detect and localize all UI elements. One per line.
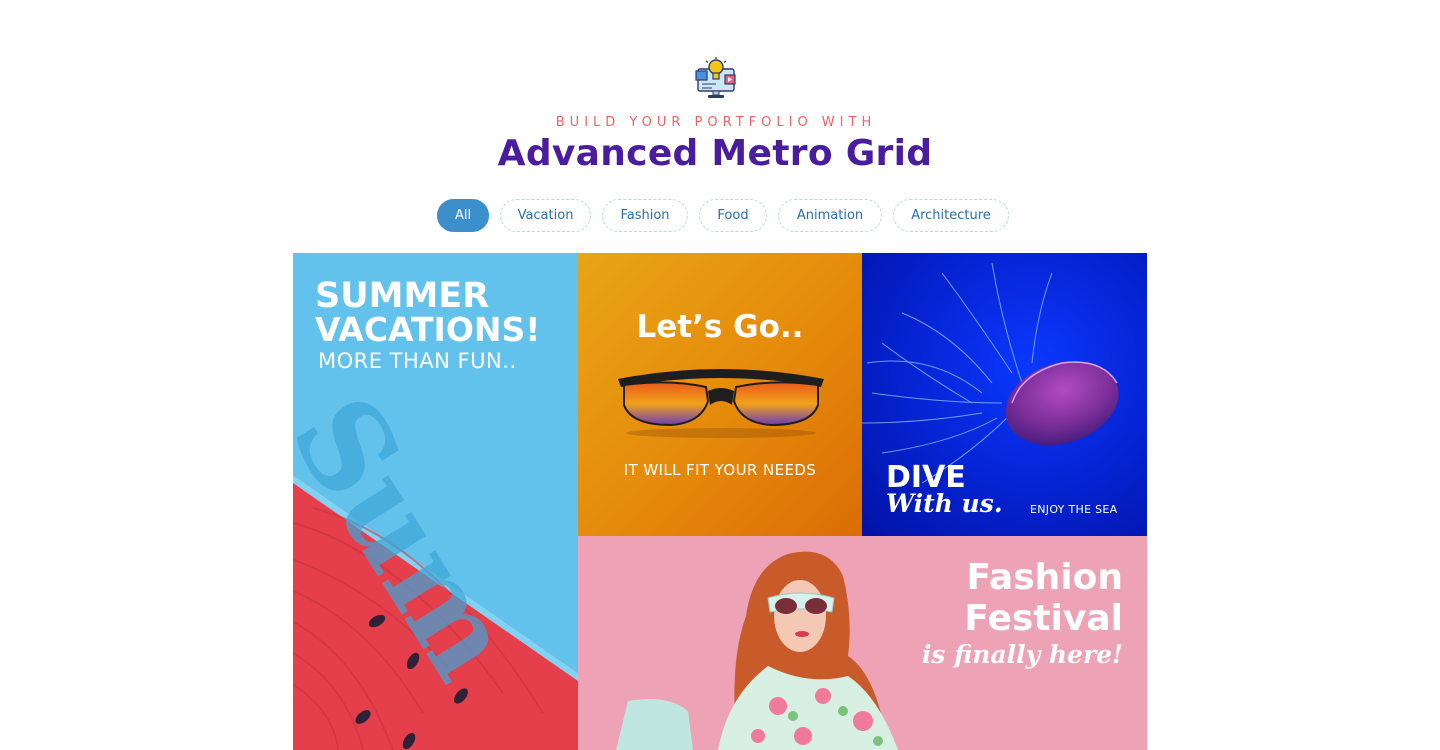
portfolio-item-dive[interactable]: DIVE With us. ENJOY THE SEA bbox=[862, 253, 1147, 536]
section-kicker: BUILD YOUR PORTFOLIO WITH bbox=[555, 115, 877, 130]
portfolio-item-fashion[interactable]: Fashion Festival is finally here! bbox=[578, 536, 1147, 750]
filter-all[interactable]: All bbox=[437, 199, 489, 232]
filter-architecture[interactable]: Architecture bbox=[893, 199, 1009, 232]
fashion-script: is finally here! bbox=[921, 640, 1123, 669]
sunglasses-image bbox=[618, 369, 824, 438]
sunglasses-title: Let’s Go.. bbox=[636, 309, 804, 345]
portfolio-item-summer[interactable]: Sum SUMMER VACATIONS! MORE THAN FUN.. bbox=[293, 253, 578, 750]
filter-bar: All Vacation Fashion Food Animation Arch… bbox=[437, 199, 1009, 232]
portfolio-item-sunglasses[interactable]: Let’s Go.. IT WILL FIT YOUR NEEDS bbox=[578, 253, 862, 536]
summer-line2: VACATIONS! bbox=[315, 310, 541, 349]
summer-line3: MORE THAN FUN.. bbox=[318, 349, 517, 373]
sunglasses-tagline: IT WILL FIT YOUR NEEDS bbox=[623, 461, 817, 479]
dive-script: With us. bbox=[886, 489, 1003, 518]
fashion-line1: Fashion bbox=[966, 557, 1123, 598]
filter-vacation[interactable]: Vacation bbox=[500, 199, 591, 232]
idea-monitor-icon bbox=[694, 57, 738, 99]
filter-fashion[interactable]: Fashion bbox=[602, 199, 688, 232]
dive-tagline: ENJOY THE SEA bbox=[1030, 503, 1118, 516]
portfolio-grid: Sum SUMMER VACATIONS! MORE THAN FUN.. Le… bbox=[293, 253, 1147, 750]
page-title: Advanced Metro Grid bbox=[497, 133, 933, 174]
filter-food[interactable]: Food bbox=[699, 199, 767, 232]
filter-animation[interactable]: Animation bbox=[778, 199, 882, 232]
fashion-line2: Festival bbox=[964, 598, 1123, 639]
